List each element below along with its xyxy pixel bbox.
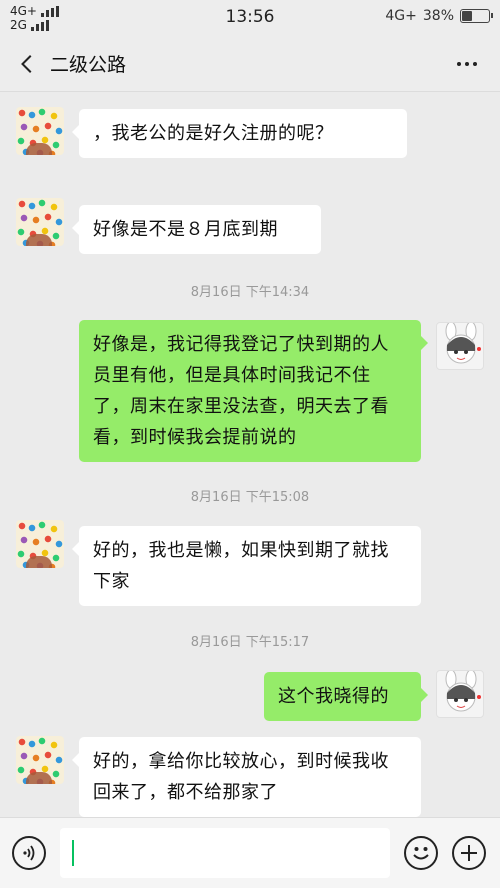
avatar-image xyxy=(445,323,481,364)
avatar[interactable] xyxy=(436,670,484,718)
more-button[interactable] xyxy=(452,50,482,78)
text-caret xyxy=(72,840,74,866)
message-timestamp: 8月16日 下午15:17 xyxy=(190,635,310,650)
chevron-left-icon xyxy=(21,55,32,73)
message-bubble[interactable]: ，我老公的是好久注册的呢？ xyxy=(72,109,407,158)
input-bar xyxy=(0,817,500,888)
avatar-image xyxy=(445,671,481,712)
message-input[interactable] xyxy=(60,828,390,878)
ellipsis-icon xyxy=(455,62,479,66)
avatar[interactable] xyxy=(16,198,64,246)
status-right: 4G+ 38% xyxy=(385,8,493,24)
avatar[interactable] xyxy=(16,520,64,568)
message-bubble[interactable]: 这个我晓得的 xyxy=(264,672,428,721)
message-bubble[interactable]: 好的，我也是懒，如果快到期了就找下家 xyxy=(72,526,421,606)
status-bar: 4G+ 2G 13:56 4G+ 38% xyxy=(0,0,500,36)
chat-header: 二级公路 xyxy=(0,36,500,92)
battery-label: 38% xyxy=(422,8,454,24)
voice-button[interactable] xyxy=(12,836,46,870)
battery-icon xyxy=(460,9,493,23)
message-bubble[interactable]: 好的，拿给你比较放心，到时候我收回来了，都不给那家了 xyxy=(72,737,421,817)
network-type-right: 4G+ xyxy=(385,8,417,24)
avatar[interactable] xyxy=(436,322,484,370)
message-list[interactable]: ，我老公的是好久注册的呢？ 好像是不是８月底到期 8月16日 下午14:34 好… xyxy=(0,92,500,817)
back-button[interactable] xyxy=(10,46,46,82)
message-bubble[interactable]: 好像是，我记得我登记了快到期的人员里有他，但是具体时间我记不住了，周末在家里没法… xyxy=(79,320,428,462)
voice-icon xyxy=(23,845,35,861)
message-timestamp: 8月16日 下午14:34 xyxy=(190,285,310,300)
emoji-button[interactable] xyxy=(404,836,438,870)
emoji-icon xyxy=(413,847,429,860)
message-timestamp: 8月16日 下午15:08 xyxy=(190,490,310,505)
avatar[interactable] xyxy=(16,107,64,155)
avatar[interactable] xyxy=(16,736,64,784)
plus-icon xyxy=(461,845,477,861)
message-bubble[interactable]: 好像是不是８月底到期 xyxy=(72,205,321,254)
plus-button[interactable] xyxy=(452,836,486,870)
chat-title: 二级公路 xyxy=(50,54,127,76)
